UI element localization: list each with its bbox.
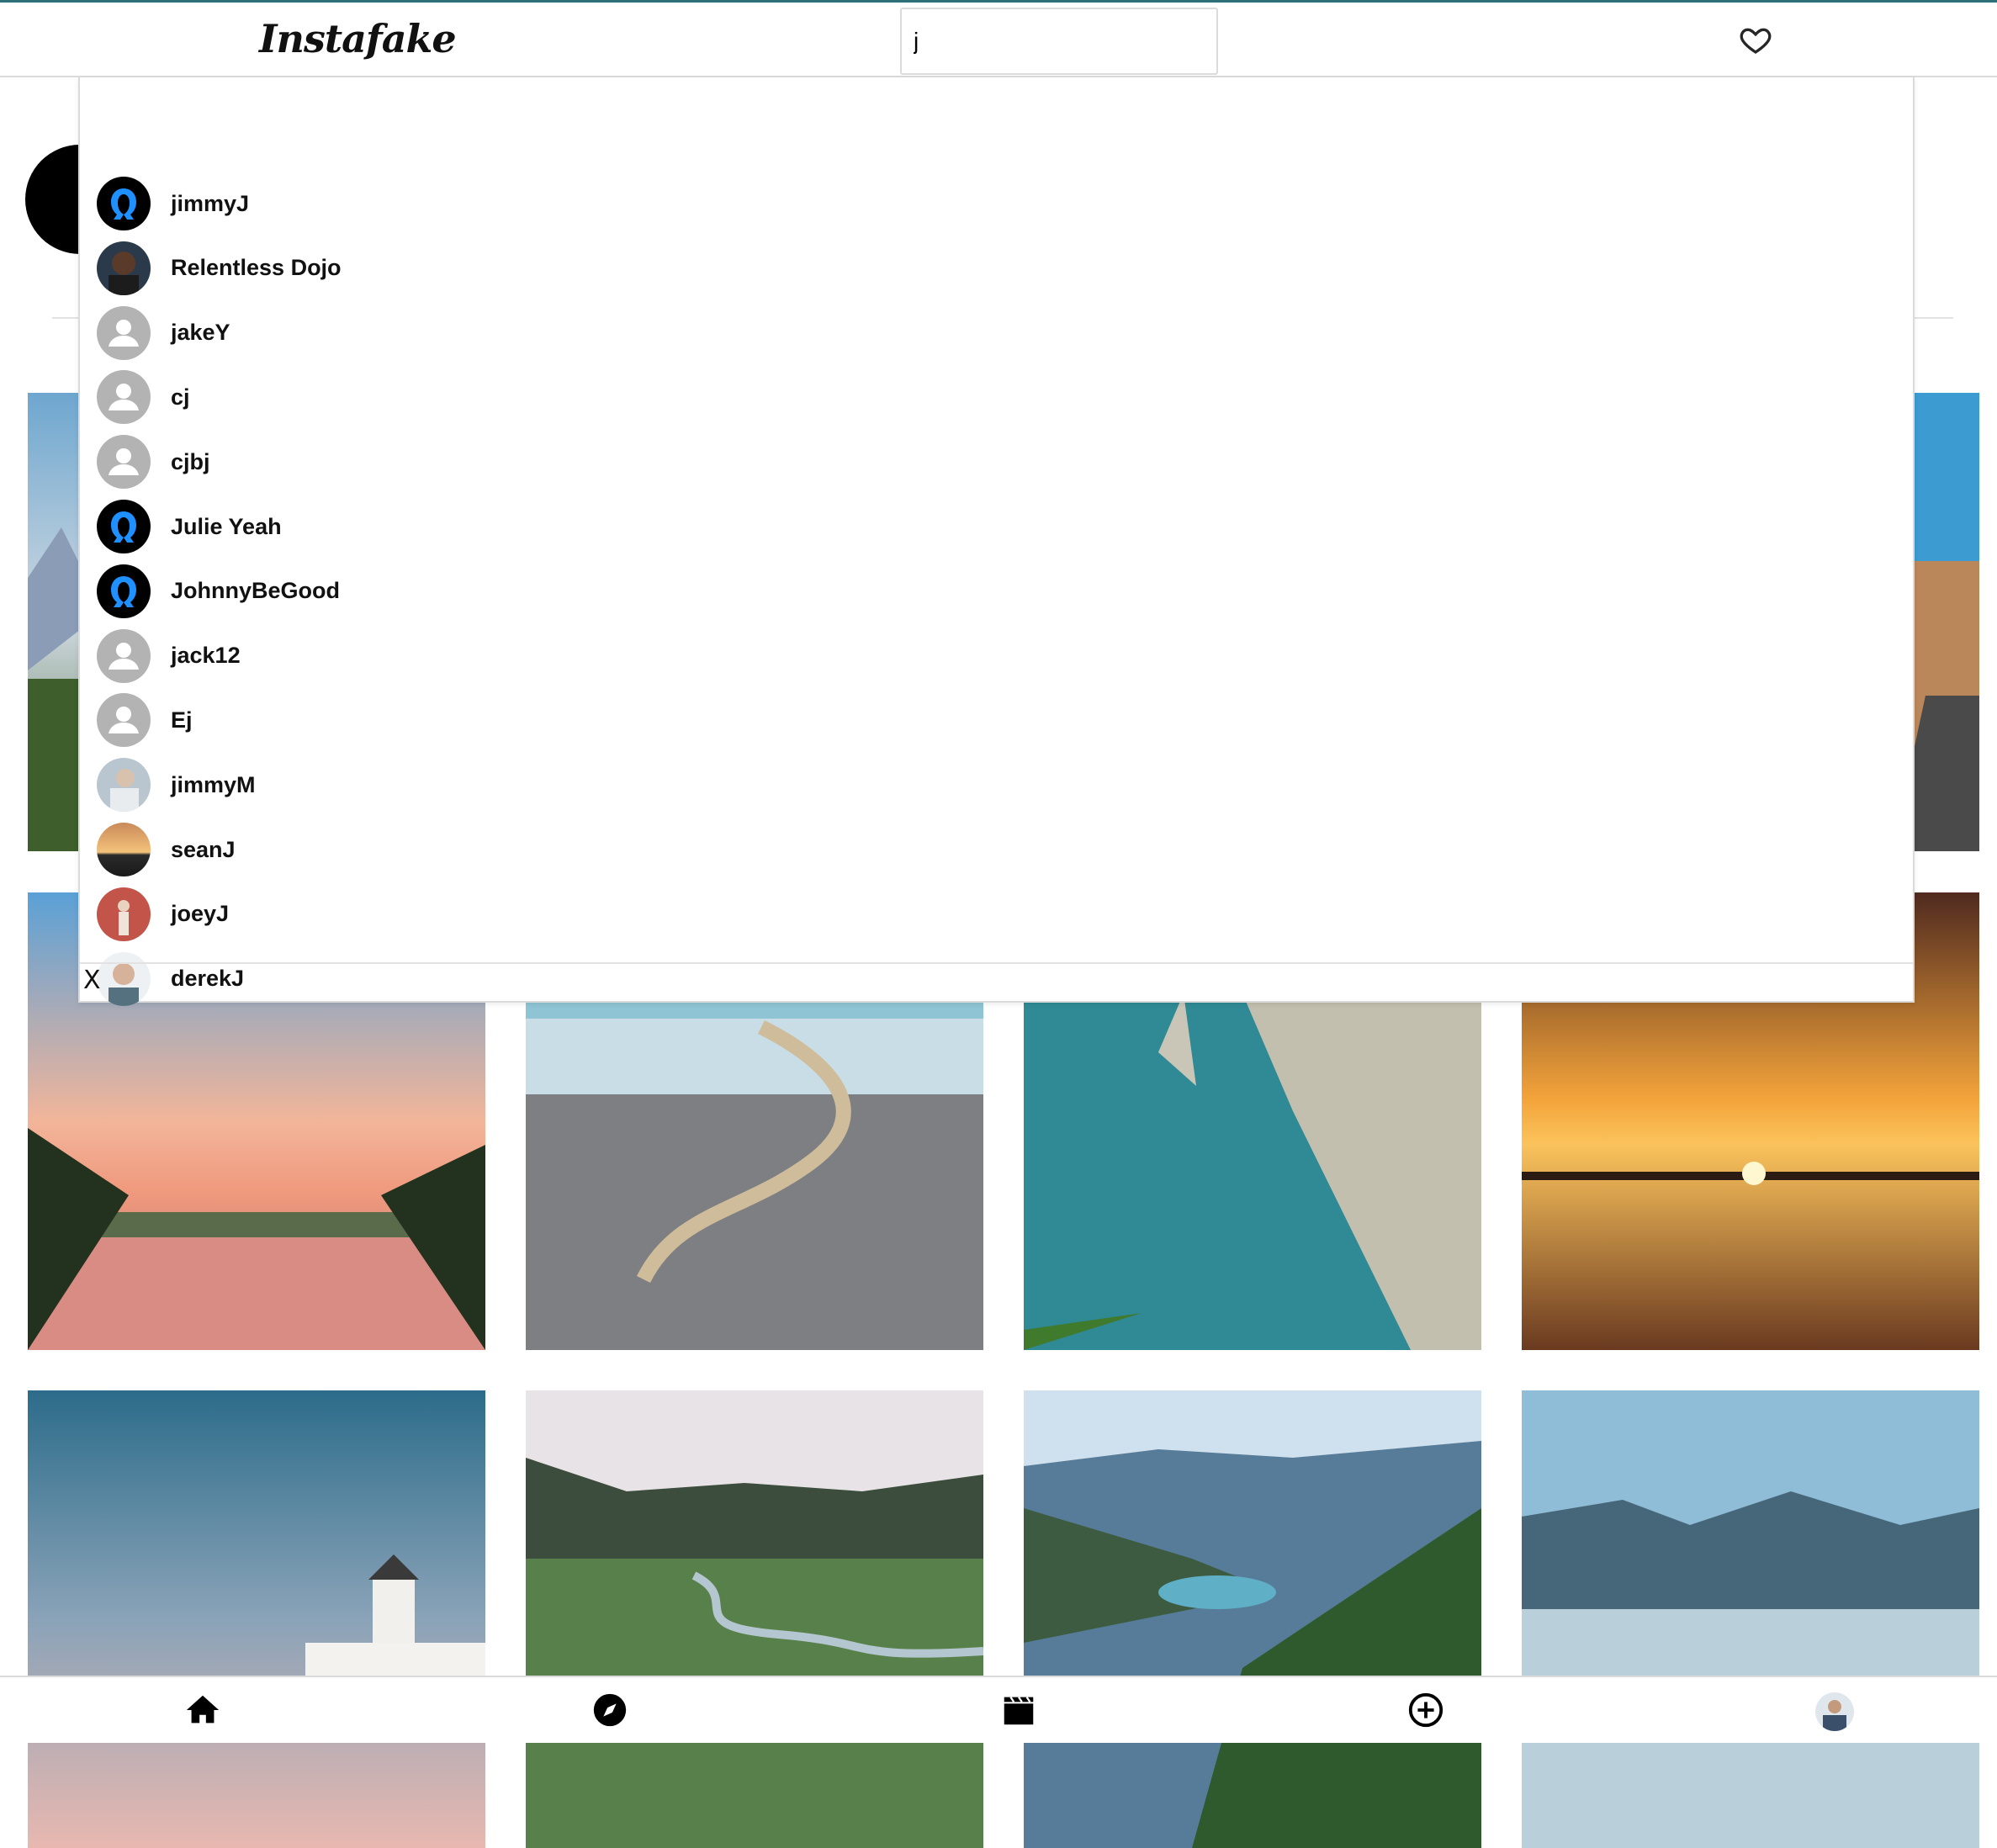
result-username: jakeY	[171, 320, 230, 346]
close-search-button[interactable]: X	[83, 966, 101, 995]
avatar	[97, 177, 151, 230]
photo-tile-alpine-lake[interactable]	[1024, 1390, 1481, 1848]
result-username: Relentless Dojo	[171, 255, 342, 281]
top-header: Instafake	[0, 3, 1997, 77]
search-result-item[interactable]: derekJ	[97, 950, 686, 1008]
result-username: jimmyJ	[171, 190, 250, 216]
photo-tile-river-valley[interactable]	[526, 1390, 983, 1848]
heart-icon[interactable]	[1738, 23, 1773, 56]
avatar	[97, 628, 151, 683]
bottom-nav	[0, 1676, 1997, 1743]
search-result-item[interactable]: Relentless Dojo	[97, 240, 686, 297]
search-result-item[interactable]: jimmyJ	[97, 175, 686, 232]
avatar	[97, 370, 151, 425]
reels-icon[interactable]	[999, 1691, 1038, 1729]
result-username: seanJ	[171, 836, 236, 862]
search-result-item[interactable]: cjbj	[97, 433, 686, 490]
profile-avatar[interactable]	[1815, 1692, 1854, 1731]
result-username: Julie Yeah	[171, 513, 282, 539]
app-logo[interactable]: Instafake	[259, 16, 457, 61]
avatar	[97, 435, 151, 490]
avatar	[97, 500, 151, 553]
result-username: Ej	[171, 707, 193, 733]
home-icon[interactable]	[183, 1691, 222, 1729]
search-result-item[interactable]: joeyJ	[97, 886, 686, 943]
result-username: jack12	[171, 643, 241, 669]
search-results-dropdown: jimmyJ Relentless Dojo jakeY cj cjbj Julie Ye…	[78, 77, 1915, 1006]
result-username: cj	[171, 384, 190, 410]
add-post-icon[interactable]	[1406, 1691, 1445, 1729]
avatar	[97, 564, 151, 618]
search-result-item[interactable]: Julie Yeah	[97, 498, 686, 555]
avatar	[97, 241, 151, 295]
avatar	[97, 693, 151, 748]
result-username: derekJ	[171, 966, 245, 992]
dropdown-divider	[80, 962, 1913, 964]
photo-tile-mountain-reflection[interactable]	[1522, 1390, 1979, 1848]
avatar	[97, 305, 151, 360]
search-result-item[interactable]: cj	[97, 368, 686, 426]
avatar	[97, 951, 151, 1006]
search-result-item[interactable]: JohnnyBeGood	[97, 563, 686, 620]
avatar	[97, 823, 151, 876]
search-result-item[interactable]: jack12	[97, 627, 686, 685]
result-username: joeyJ	[171, 901, 230, 927]
result-username: JohnnyBeGood	[171, 578, 340, 604]
photo-tile-windmill-dusk[interactable]	[28, 1390, 485, 1848]
result-username: jimmyM	[171, 771, 256, 797]
avatar	[97, 758, 151, 813]
avatar	[97, 887, 151, 941]
search-result-item[interactable]: jakeY	[97, 304, 686, 362]
search-result-item[interactable]: Ej	[97, 691, 686, 749]
search-input[interactable]	[900, 8, 1218, 75]
search-result-item[interactable]: jimmyM	[97, 756, 686, 813]
explore-icon[interactable]	[591, 1691, 629, 1729]
result-username: cjbj	[171, 448, 210, 474]
search-result-item[interactable]: seanJ	[97, 821, 686, 878]
